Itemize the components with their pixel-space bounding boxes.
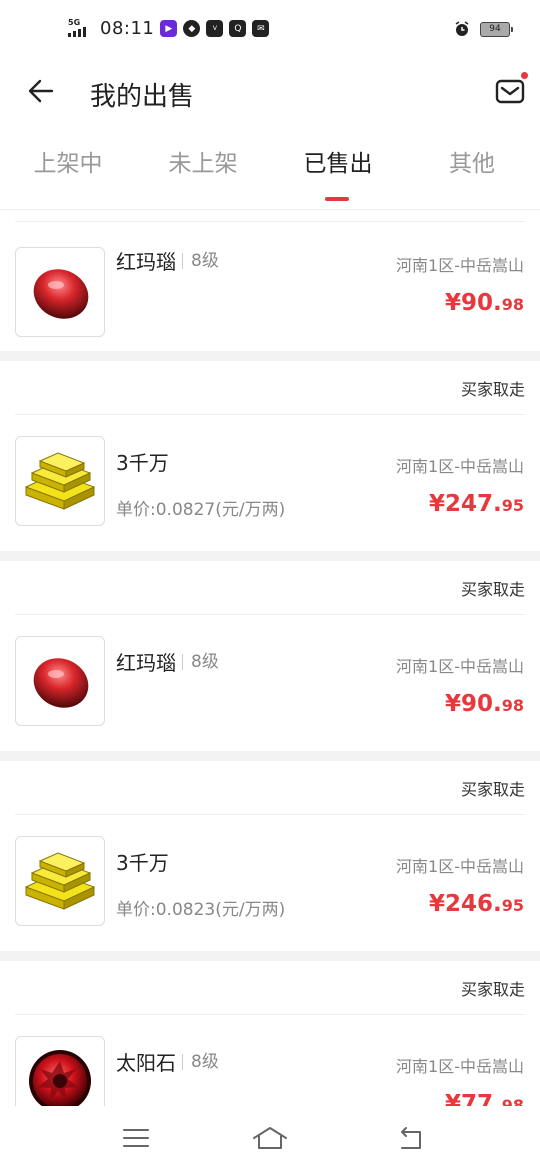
item-price: ¥90.98 [444,691,524,717]
header: 我的出售 [0,62,540,122]
back-icon[interactable] [396,1124,426,1152]
card-separator [0,951,540,961]
order-card[interactable]: 买家取走 3千万 单价:0.0827(元/万两) 河南1区-中岳嵩山 ¥247.… [0,361,540,551]
unit-price: 单价:0.0823(元/万两) [116,900,286,920]
search-app-icon: Q [229,20,247,37]
tab-sold[interactable]: 已售出 [278,144,398,178]
message-button[interactable] [494,72,528,106]
status-time: 08:11 [100,18,155,39]
page-title: 我的出售 [90,82,195,112]
item-name: 红玛瑙 [116,250,176,274]
order-card[interactable]: 红玛瑙 8级 河南1区-中岳嵩山 ¥90.98 [0,210,540,351]
red-agate-icon [33,658,89,708]
item-price: ¥90.98 [444,290,524,316]
item-name: 太阳石 [116,1051,176,1075]
item-price: ¥246.95 [428,891,524,917]
item-name: 3千万 [116,451,169,475]
active-tab-indicator [325,197,349,201]
order-list: 红玛瑙 8级 河南1区-中岳嵩山 ¥90.98 买家取走 3千万 单价:0.08… [0,210,540,1151]
tab-on-sale[interactable]: 上架中 [8,144,128,178]
item-region: 河南1区-中岳嵩山 [396,1057,524,1076]
envelope-icon [495,79,525,104]
app-notification-icon: V [206,20,224,37]
order-status: 买家取走 [460,580,525,599]
home-icon[interactable] [251,1124,289,1152]
item-thumbnail [15,836,105,926]
order-status: 买家取走 [460,980,525,999]
item-level: 8级 [182,653,219,670]
tab-bar: 上架中 未上架 已售出 其他 [0,130,540,210]
back-arrow-icon[interactable] [26,76,56,106]
item-price: ¥247.95 [428,491,524,517]
item-thumbnail [15,636,105,726]
item-region: 河南1区-中岳嵩山 [396,457,524,476]
unread-dot [521,72,528,79]
sun-stone-icon [29,1050,91,1112]
card-separator [0,551,540,561]
order-card[interactable]: 买家取走 3千万 单价:0.0823(元/万两) 河南1区-中岳嵩山 ¥246.… [0,761,540,951]
order-status: 买家取走 [460,780,525,799]
unit-price: 单价:0.0827(元/万两) [116,500,286,520]
gold-bars-icon [24,852,96,910]
item-name: 3千万 [116,851,169,875]
alarm-icon [455,21,469,36]
item-region: 河南1区-中岳嵩山 [396,256,524,275]
item-region: 河南1区-中岳嵩山 [396,657,524,676]
video-app-icon: ▶ [160,20,178,37]
mail-app-icon: ✉ [252,20,270,37]
menu-icon[interactable] [121,1124,151,1152]
item-thumbnail [15,247,105,337]
tab-not-listed[interactable]: 未上架 [143,144,263,178]
battery-icon: 94 [480,21,513,37]
item-name: 红玛瑙 [116,651,176,675]
compass-icon: ◆ [183,20,201,37]
gold-bars-icon [24,452,96,510]
item-level: 8级 [182,252,219,269]
item-level: 8级 [182,1053,219,1070]
card-separator [0,351,540,361]
item-region: 河南1区-中岳嵩山 [396,857,524,876]
system-nav-bar [0,1106,540,1170]
red-agate-icon [33,269,89,319]
order-status: 买家取走 [460,380,525,399]
order-card[interactable]: 买家取走 红玛瑙 8级 河南1区-中岳嵩山 ¥90.98 [0,561,540,751]
tab-other[interactable]: 其他 [412,144,532,178]
signal-icon: 5G [68,18,94,39]
card-separator [0,751,540,761]
item-thumbnail [15,436,105,526]
card-divider [15,210,525,222]
status-bar: 5G 08:11 ▶ ◆ V Q ✉ 94 [0,0,540,60]
